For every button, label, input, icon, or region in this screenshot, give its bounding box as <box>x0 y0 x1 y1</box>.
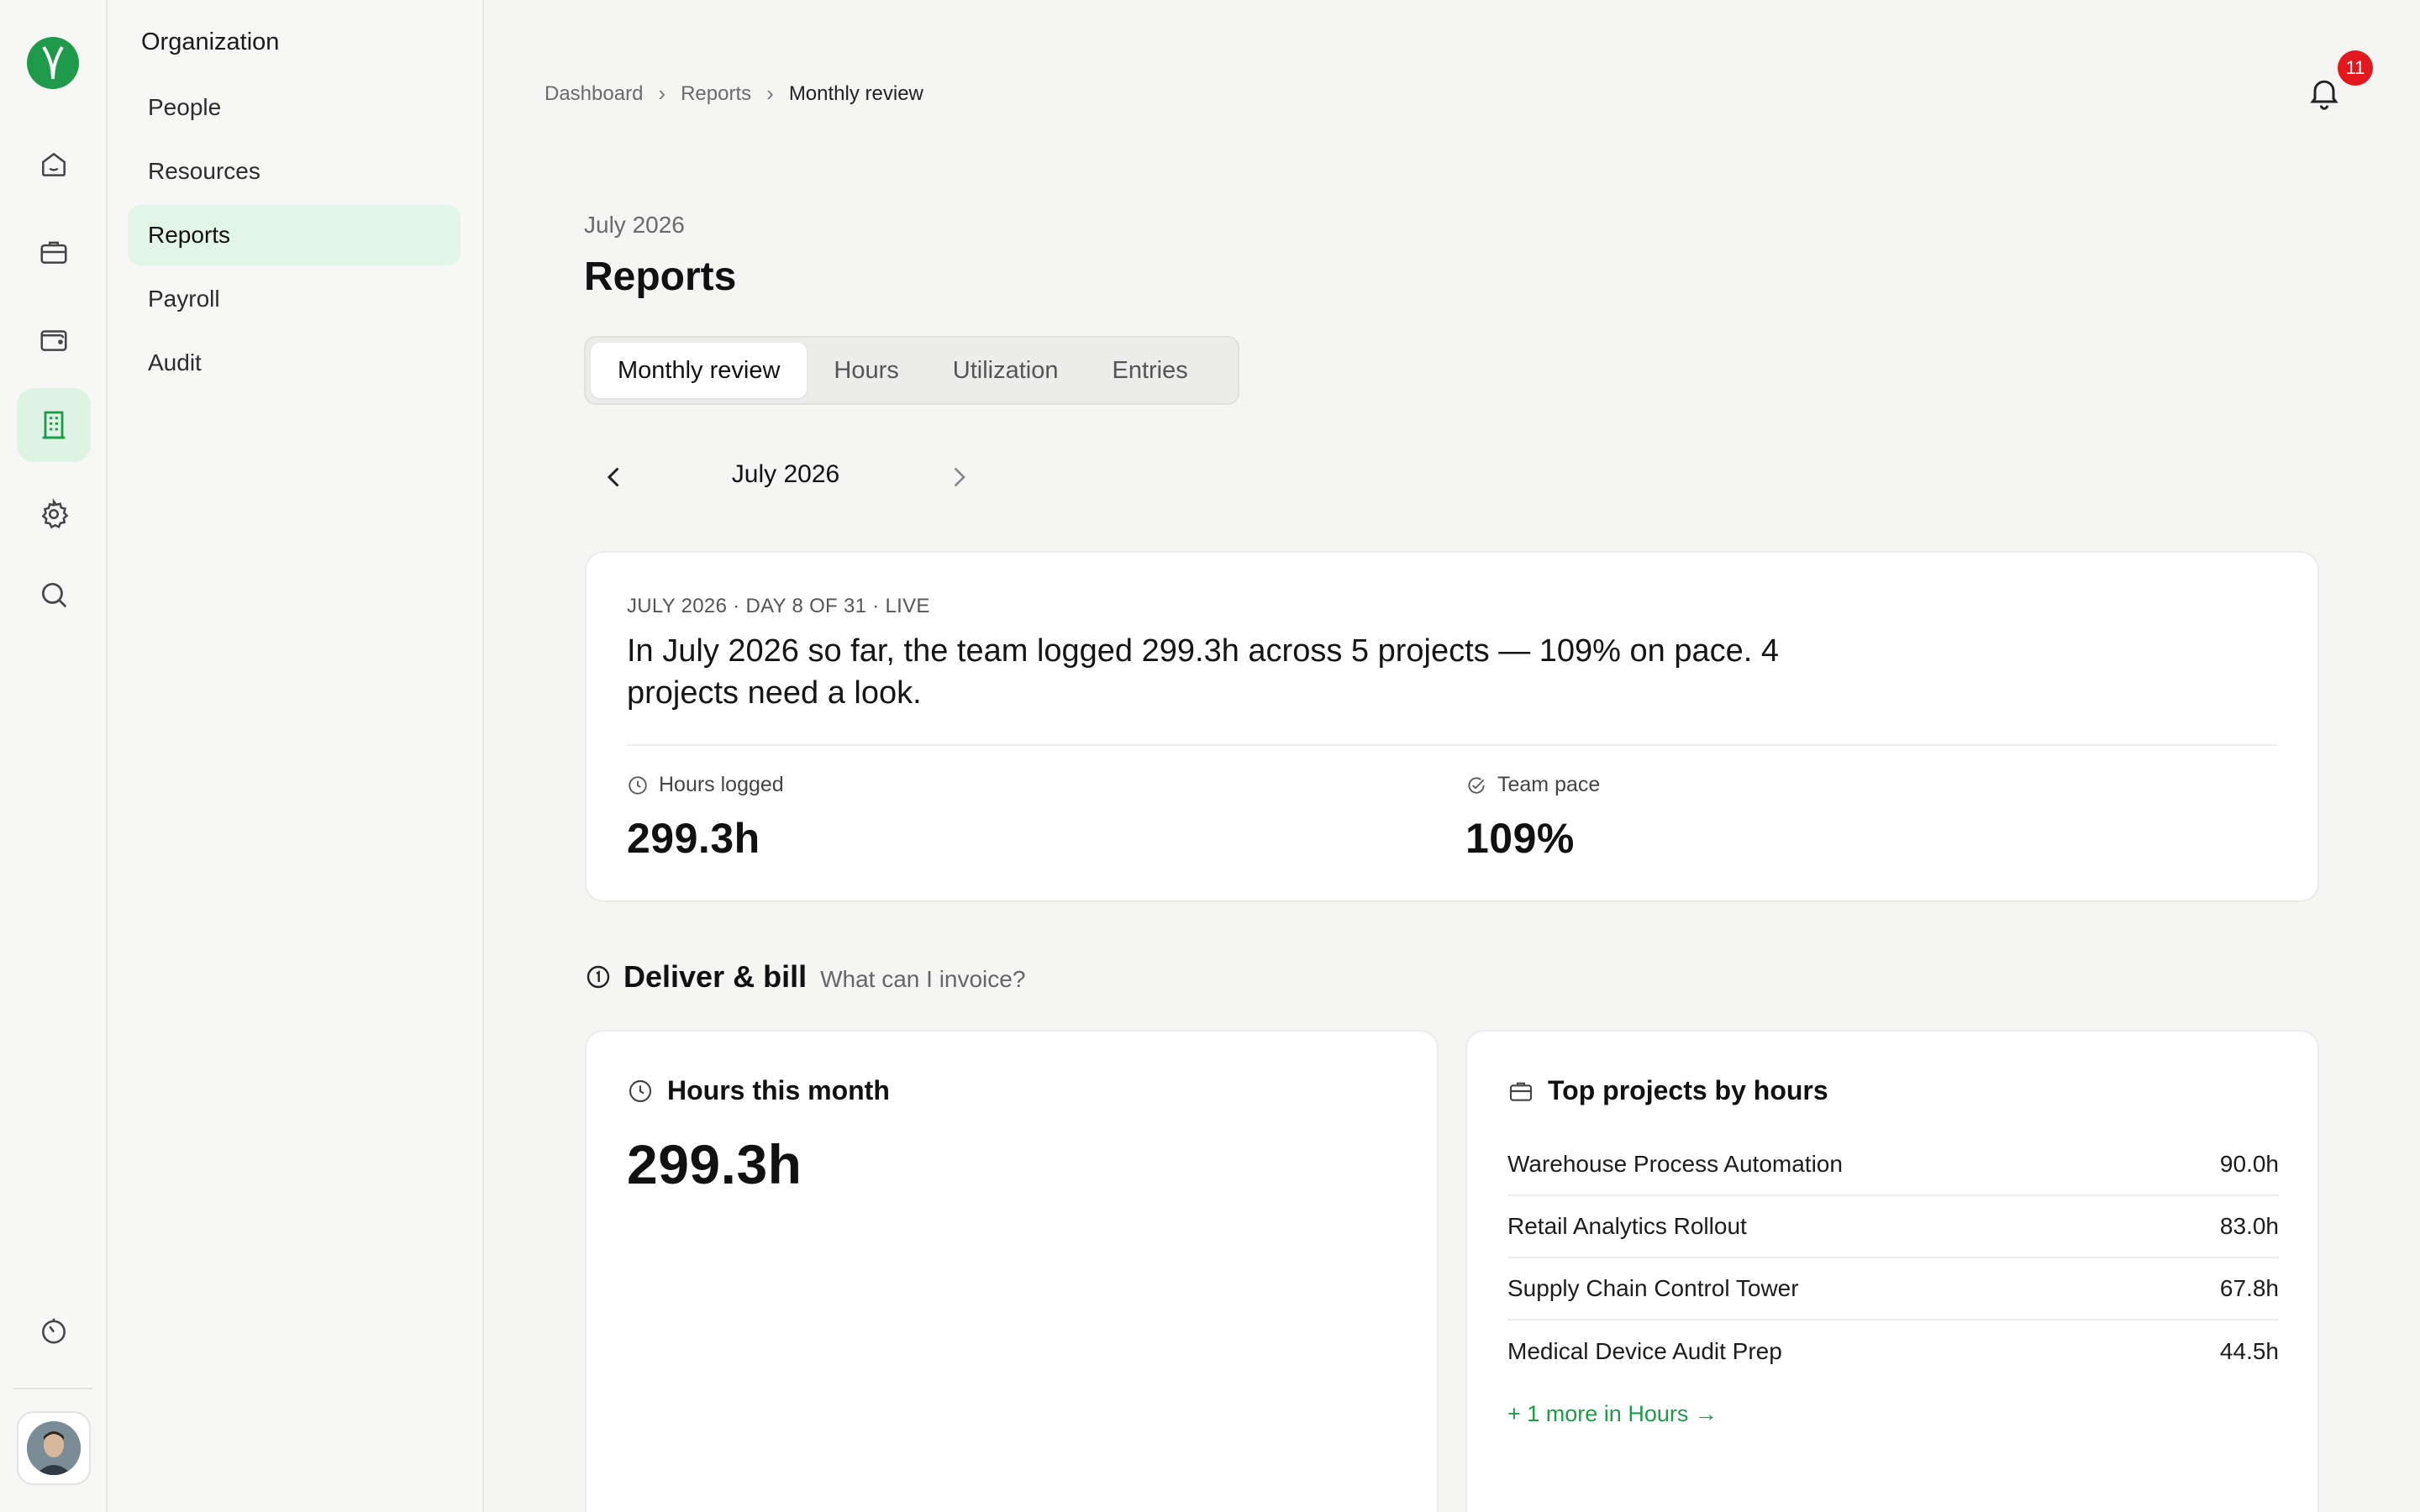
page-title: Reports <box>584 255 737 299</box>
card-title: Hours this month <box>667 1075 890 1105</box>
month-picker: July 2026 <box>584 454 987 499</box>
sidebar-item-audit[interactable]: Audit <box>128 333 460 393</box>
project-name: Retail Analytics Rollout <box>1507 1213 1747 1239</box>
chevron-right-icon: › <box>658 81 666 106</box>
search-icon[interactable] <box>17 558 91 632</box>
summary-card: JULY 2026 · DAY 8 OF 31 · LIVE In July 2… <box>585 551 2319 902</box>
project-name: Warehouse Process Automation <box>1507 1151 1843 1177</box>
divider <box>627 744 2277 746</box>
breadcrumb-reports[interactable]: Reports <box>681 82 751 106</box>
list-item[interactable]: Supply Chain Control Tower 67.8h <box>1507 1258 2279 1320</box>
notification-badge: 11 <box>2338 50 2373 86</box>
timer-icon[interactable] <box>17 1294 91 1368</box>
more-projects-link[interactable]: + 1 more in Hours → <box>1507 1401 1718 1427</box>
section-header: Deliver & bill What can I invoice? <box>585 959 1025 995</box>
tab-utilization[interactable]: Utilization <box>926 343 1086 398</box>
list-item[interactable]: Retail Analytics Rollout 83.0h <box>1507 1196 2279 1258</box>
top-projects-card: Top projects by hours Warehouse Process … <box>1465 1030 2319 1512</box>
clock-icon <box>629 775 647 795</box>
sidebar-item-reports[interactable]: Reports <box>128 205 460 265</box>
project-name: Supply Chain Control Tower <box>1507 1275 1799 1301</box>
summary-headline: In July 2026 so far, the team logged 299… <box>627 633 1779 711</box>
list-item[interactable]: Medical Device Audit Prep 44.5h <box>1507 1320 2279 1383</box>
hours-value: 299.3h <box>627 1133 802 1195</box>
metric-hours-logged: Hours logged 299.3h <box>627 773 784 863</box>
breadcrumb: Dashboard › Reports › Monthly review <box>544 81 923 107</box>
summary-meta: JULY 2026 · DAY 8 OF 31 · LIVE <box>627 595 930 617</box>
sidebar-item-resources[interactable]: Resources <box>128 141 460 202</box>
breadcrumb-dashboard[interactable]: Dashboard <box>544 82 643 106</box>
leaf-logo[interactable] <box>27 37 79 89</box>
metric-label: Team pace <box>1497 773 1601 796</box>
briefcase-icon[interactable] <box>17 215 91 289</box>
project-hours: 67.8h <box>2219 1275 2279 1301</box>
building-icon[interactable] <box>17 388 91 462</box>
wallet-icon[interactable] <box>17 302 91 376</box>
sidebar-title: Organization <box>141 29 280 55</box>
sidebar-item-payroll[interactable]: Payroll <box>128 269 460 329</box>
list-item[interactable]: Warehouse Process Automation 90.0h <box>1507 1134 2279 1196</box>
avatar-photo <box>27 1421 81 1475</box>
number-1-circle-icon <box>587 965 610 989</box>
briefcase-icon <box>1509 1082 1533 1101</box>
sidebar-item-people[interactable]: People <box>128 77 460 138</box>
section-title: Deliver & bill <box>623 959 808 994</box>
metric-team-pace: Team pace 109% <box>1465 773 1600 863</box>
metric-label: Hours logged <box>659 773 784 796</box>
card-title: Top projects by hours <box>1548 1075 1828 1105</box>
chevron-right-icon: › <box>766 81 774 106</box>
gauge-check-icon <box>1468 777 1485 794</box>
project-list: Warehouse Process Automation 90.0h Retai… <box>1507 1134 2279 1383</box>
project-hours: 44.5h <box>2219 1338 2279 1364</box>
chevron-right-icon[interactable] <box>944 462 974 492</box>
tab-monthly-review[interactable]: Monthly review <box>591 343 808 398</box>
user-avatar[interactable] <box>17 1411 91 1485</box>
metric-value: 299.3h <box>627 815 760 862</box>
project-name: Medical Device Audit Prep <box>1507 1338 1782 1364</box>
month-label: July 2026 <box>731 460 840 488</box>
gear-icon[interactable] <box>17 477 91 551</box>
tab-entries[interactable]: Entries <box>1085 343 1214 398</box>
report-tabs: Monthly review Hours Utilization Entries <box>584 336 1239 405</box>
icon-rail <box>0 0 108 1512</box>
breadcrumb-current: Monthly review <box>788 81 923 105</box>
metric-value: 109% <box>1465 815 1575 862</box>
section-subtitle: What can I invoice? <box>820 966 1026 992</box>
organization-sidebar: Organization People Resources Reports Pa… <box>108 0 484 1512</box>
home-icon[interactable] <box>17 128 91 202</box>
page-eyebrow: July 2026 <box>584 212 685 238</box>
main-content: Dashboard › Reports › Monthly review 11 … <box>486 0 2420 1512</box>
project-hours: 90.0h <box>2219 1151 2279 1177</box>
clock-icon <box>629 1079 652 1102</box>
rail-divider <box>13 1388 92 1389</box>
tab-hours[interactable]: Hours <box>807 343 925 398</box>
hours-this-month-card: Hours this month 299.3h <box>585 1030 1439 1512</box>
bell-icon[interactable] <box>2306 74 2343 111</box>
project-hours: 83.0h <box>2219 1213 2279 1239</box>
